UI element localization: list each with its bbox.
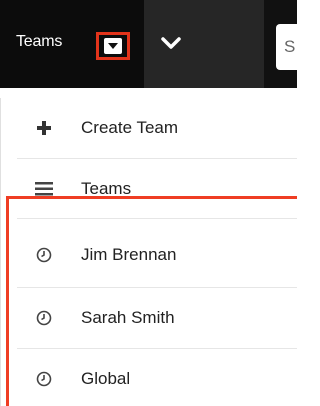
caret-down-icon xyxy=(104,38,122,54)
menu-item-create-team[interactable]: Create Team xyxy=(1,98,298,158)
recent-item-global[interactable]: Global xyxy=(1,349,298,406)
plus-icon xyxy=(35,119,53,137)
recent-item-jim-brennan[interactable]: Jim Brennan xyxy=(1,225,298,285)
teams-module-tab[interactable]: Teams xyxy=(0,0,144,88)
teams-dropdown-toggle[interactable] xyxy=(96,32,130,60)
recent-item-label: Sarah Smith xyxy=(81,308,175,327)
menu-divider xyxy=(17,218,297,219)
recent-item-sarah-smith[interactable]: Sarah Smith xyxy=(1,288,298,348)
top-navbar: Teams S xyxy=(0,0,306,88)
clock-icon xyxy=(35,370,53,388)
search-input-placeholder: S xyxy=(284,37,296,56)
teams-module-label: Teams xyxy=(16,33,63,50)
menu-item-teams[interactable]: Teams xyxy=(1,159,298,219)
chevron-down-icon[interactable] xyxy=(160,35,182,51)
global-search-input[interactable]: S xyxy=(276,24,306,70)
clock-icon xyxy=(35,246,53,264)
recent-item-label: Jim Brennan xyxy=(81,245,177,264)
clock-icon xyxy=(35,309,53,327)
menu-item-label: Create Team xyxy=(81,118,179,137)
teams-dropdown-menu: Create Team Teams Jim Brennan Sarah Smit… xyxy=(0,98,297,406)
recent-item-label: Global xyxy=(81,369,131,388)
menu-item-label: Teams xyxy=(81,179,132,198)
list-icon xyxy=(35,180,53,198)
